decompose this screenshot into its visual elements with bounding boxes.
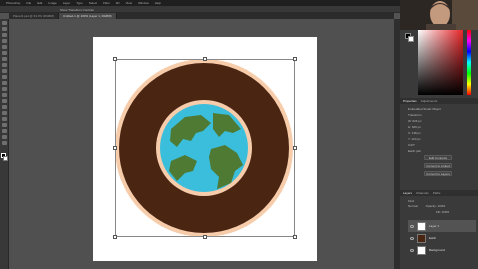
layer-name: Earth — [429, 236, 437, 240]
menu-item[interactable]: Edit — [37, 1, 42, 5]
gradient-tool-icon[interactable] — [1, 87, 7, 91]
fill-field[interactable]: Fill: 100% — [436, 210, 449, 214]
transform-handle[interactable] — [293, 235, 297, 239]
tab-layers[interactable]: Layers — [403, 191, 412, 195]
healing-tool-icon[interactable] — [1, 57, 7, 61]
color-picker-field[interactable] — [418, 30, 463, 95]
move-tool-icon[interactable] — [1, 21, 7, 25]
zoom-tool-icon[interactable] — [1, 135, 7, 139]
marquee-tool-icon[interactable] — [1, 27, 7, 31]
presenter-video-icon — [400, 0, 478, 30]
quick-select-tool-icon[interactable] — [1, 39, 7, 43]
background-color-icon[interactable] — [408, 36, 414, 42]
menu-item[interactable]: Image — [48, 1, 56, 5]
webcam-overlay — [400, 0, 478, 30]
properties-panel: Properties Adjustments Embedded Smart Ob… — [400, 98, 478, 190]
width-field[interactable]: W: 626 px — [408, 119, 478, 123]
properties-tab-bar: Properties Adjustments — [400, 98, 478, 104]
eyedropper-tool-icon[interactable] — [1, 51, 7, 55]
angle-field[interactable]: 0.00° — [408, 143, 478, 147]
more-tools-icon[interactable] — [1, 141, 7, 145]
layer-name: Layer 1 — [429, 224, 440, 228]
lasso-tool-icon[interactable] — [1, 33, 7, 37]
menu-item[interactable]: Type — [76, 1, 83, 5]
convert-to-layers-button[interactable]: Convert to Layers — [424, 171, 452, 176]
layer-thumbnail — [417, 233, 426, 243]
tab-adjustments[interactable]: Adjustments — [421, 99, 438, 103]
layer-filter-kind[interactable]: Kind — [408, 199, 478, 203]
layer-thumbnail — [417, 221, 426, 231]
visibility-eye-icon[interactable] — [410, 248, 414, 252]
smart-object-filename: Earth.psb — [408, 149, 421, 153]
menu-item[interactable]: Photoshop — [6, 1, 20, 5]
hand-tool-icon[interactable] — [1, 129, 7, 133]
shape-tool-icon[interactable] — [1, 123, 7, 127]
layer-thumbnail — [417, 245, 426, 255]
transform-handle[interactable] — [113, 235, 117, 239]
tab-channels[interactable]: Channels — [416, 191, 429, 195]
tab-properties[interactable]: Properties — [403, 99, 417, 103]
menu-item[interactable]: 3D — [116, 1, 120, 5]
path-select-tool-icon[interactable] — [1, 117, 7, 121]
visibility-eye-icon[interactable] — [410, 236, 414, 240]
tab-paths[interactable]: Paths — [433, 191, 441, 195]
properties-header: Embedded Smart Object — [408, 107, 441, 111]
menu-item[interactable]: Layer — [63, 1, 71, 5]
clone-stamp-tool-icon[interactable] — [1, 69, 7, 73]
show-transform-controls-checkbox[interactable]: Show Transform Controls — [60, 8, 94, 12]
document-canvas[interactable] — [93, 37, 317, 261]
menu-item[interactable]: View — [126, 1, 132, 5]
convert-to-linked-button[interactable]: Convert to Linked — [424, 163, 452, 168]
height-field[interactable]: H: 626 px — [408, 125, 478, 129]
menu-item[interactable]: Filter — [103, 1, 110, 5]
transform-handle[interactable] — [293, 57, 297, 61]
transform-handle[interactable] — [113, 57, 117, 61]
eraser-tool-icon[interactable] — [1, 81, 7, 85]
color-hue-slider[interactable] — [467, 30, 471, 95]
transform-bounding-box[interactable] — [115, 59, 295, 237]
layer-row[interactable]: Layer 1 — [408, 220, 476, 232]
brush-tool-icon[interactable] — [1, 63, 7, 67]
visibility-eye-icon[interactable] — [410, 224, 414, 228]
layer-row[interactable]: Background — [408, 244, 476, 256]
transform-label: Transform — [408, 113, 422, 117]
edit-contents-button[interactable]: Edit Contents — [424, 155, 452, 160]
layer-name: Background — [429, 248, 446, 252]
transform-handle[interactable] — [203, 57, 207, 61]
blur-tool-icon[interactable] — [1, 93, 7, 97]
menu-item[interactable]: File — [26, 1, 31, 5]
canvas-area — [9, 19, 394, 269]
menu-item[interactable]: Help — [155, 1, 161, 5]
y-field[interactable]: Y: 123 px — [408, 137, 478, 141]
menu-item[interactable]: Select — [89, 1, 97, 5]
layers-tab-bar: Layers Channels Paths — [400, 190, 478, 196]
crop-tool-icon[interactable] — [1, 45, 7, 49]
transform-handle[interactable] — [203, 235, 207, 239]
background-color-swatch[interactable] — [3, 156, 8, 161]
transform-handle[interactable] — [293, 146, 297, 150]
dodge-tool-icon[interactable] — [1, 99, 7, 103]
transform-handle[interactable] — [113, 146, 117, 150]
pen-tool-icon[interactable] — [1, 105, 7, 109]
x-field[interactable]: X: 138 px — [408, 131, 478, 135]
blend-mode-select[interactable]: Normal — [408, 204, 418, 208]
layer-row[interactable]: Earth — [408, 232, 476, 244]
opacity-field[interactable]: Opacity: 100% — [426, 204, 446, 208]
history-brush-tool-icon[interactable] — [1, 75, 7, 79]
menu-item[interactable]: Window — [138, 1, 149, 5]
tools-panel — [0, 19, 9, 269]
type-tool-icon[interactable] — [1, 111, 7, 115]
